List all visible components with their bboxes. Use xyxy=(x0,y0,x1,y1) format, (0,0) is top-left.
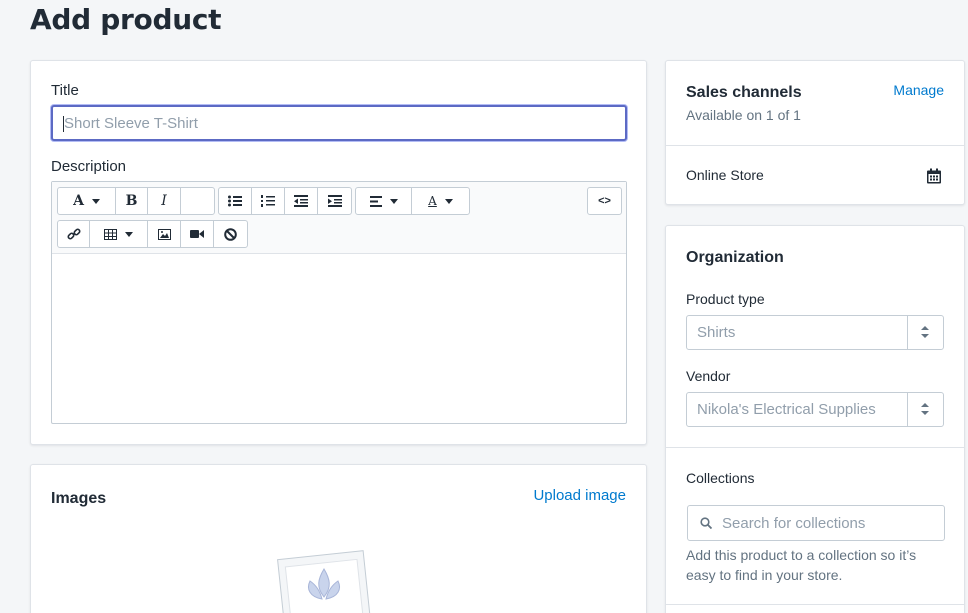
select-arrows-icon xyxy=(921,326,929,338)
vendor-select[interactable]: Nikola's Electrical Supplies xyxy=(686,392,944,427)
align-button[interactable] xyxy=(356,188,412,214)
bullet-list-button[interactable] xyxy=(219,188,252,214)
video-icon xyxy=(190,230,204,238)
link-icon xyxy=(66,228,81,240)
product-type-select[interactable]: Shirts xyxy=(686,315,944,350)
images-heading: Images xyxy=(51,490,107,507)
image-icon xyxy=(157,228,171,240)
indent-icon xyxy=(327,195,342,207)
html-source-button[interactable]: <> xyxy=(588,188,621,214)
outdent-icon xyxy=(294,195,308,207)
description-label: Description xyxy=(51,158,127,175)
channel-online-store: Online Store xyxy=(686,167,764,183)
title-label: Title xyxy=(51,82,79,99)
numbered-list-icon xyxy=(261,195,275,207)
bold-button[interactable]: B xyxy=(116,188,148,214)
numbered-list-button[interactable] xyxy=(252,188,285,214)
editor-toolbar: A B I A <> xyxy=(52,182,626,254)
sales-channels-card: Sales channels Manage Available on 1 of … xyxy=(665,60,965,205)
indent-button[interactable] xyxy=(318,188,351,214)
images-card: Images Upload image xyxy=(30,464,647,613)
sales-channels-heading: Sales channels xyxy=(686,84,802,101)
insert-video-button[interactable] xyxy=(181,221,214,247)
availability-text: Available on 1 of 1 xyxy=(686,107,801,123)
organization-heading: Organization xyxy=(686,249,784,266)
search-icon xyxy=(700,517,712,529)
insert-image-button[interactable] xyxy=(148,221,181,247)
description-editor[interactable]: A B I A <> xyxy=(51,181,627,424)
vendor-label: Vendor xyxy=(686,368,731,384)
manage-link[interactable]: Manage xyxy=(893,82,944,98)
organization-card: Organization Product type Shirts Vendor … xyxy=(665,225,965,613)
calendar-icon[interactable] xyxy=(926,168,942,184)
bullet-list-icon xyxy=(228,195,242,207)
insert-table-button[interactable] xyxy=(90,221,148,247)
italic-button[interactable]: I xyxy=(148,188,181,214)
collections-help-text: Add this product to a collection so it’s… xyxy=(686,547,917,583)
select-arrows-icon xyxy=(921,403,929,415)
outdent-button[interactable] xyxy=(285,188,318,214)
page-title: Add product xyxy=(30,3,222,36)
text-color-button[interactable]: A xyxy=(412,188,469,214)
clear-format-icon xyxy=(224,227,237,241)
product-details-card: Title Short Sleeve T-Shirt Description A… xyxy=(30,60,647,445)
collections-search-input[interactable]: Search for collections xyxy=(687,505,945,541)
image-placeholder-icon xyxy=(277,550,371,613)
table-icon xyxy=(104,228,117,240)
product-type-label: Product type xyxy=(686,291,765,307)
font-style-button[interactable]: A xyxy=(58,188,116,214)
clear-formatting-button[interactable] xyxy=(214,221,247,247)
collections-label: Collections xyxy=(686,470,755,486)
insert-link-button[interactable] xyxy=(58,221,90,247)
upload-image-link[interactable]: Upload image xyxy=(533,487,626,504)
title-input[interactable]: Short Sleeve T-Shirt xyxy=(51,105,627,141)
underline-button[interactable] xyxy=(181,188,214,214)
title-placeholder: Short Sleeve T-Shirt xyxy=(64,115,198,132)
align-left-icon xyxy=(369,195,382,207)
